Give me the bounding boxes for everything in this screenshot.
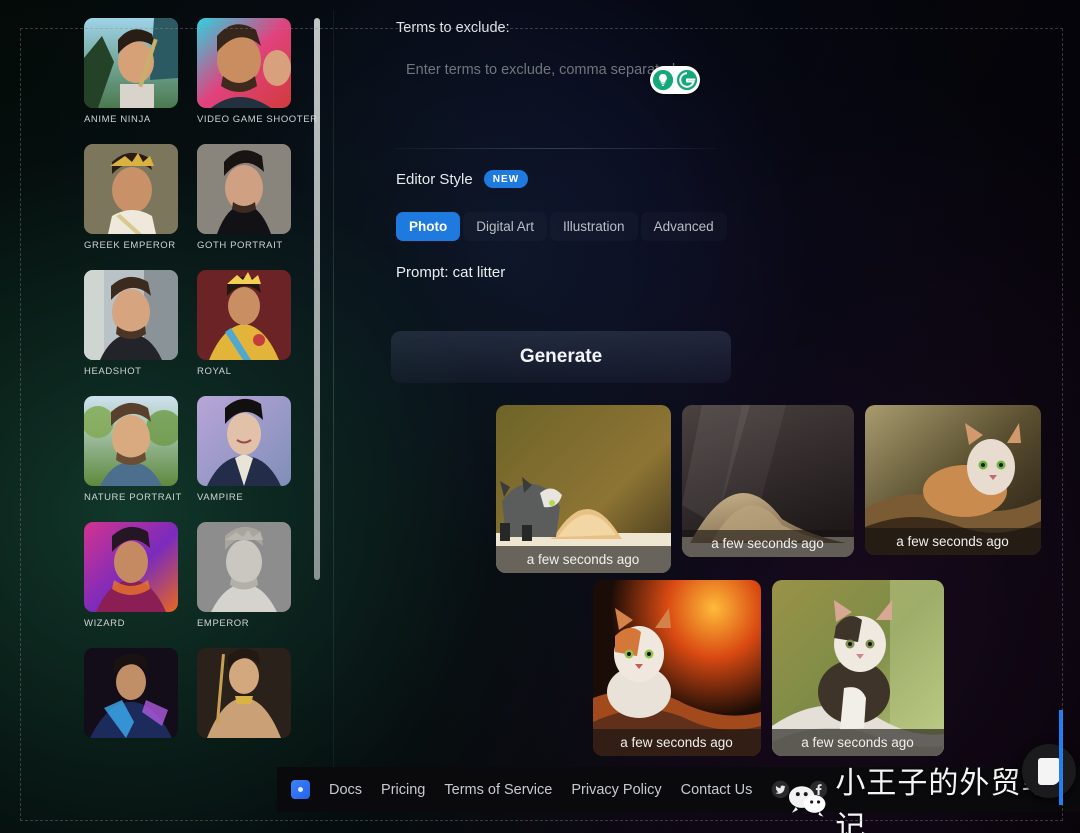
- footer-link-docs[interactable]: Docs: [329, 782, 362, 798]
- template-label: HEADSHOT: [84, 366, 142, 377]
- footer-link-terms-of-service[interactable]: Terms of Service: [444, 782, 552, 798]
- app-root: ANIME NINJA VIDEO GAME SHOOTER GREEK EMP…: [0, 0, 1080, 833]
- nature-portrait-thumbnail: [84, 396, 178, 486]
- template-sidebar: ANIME NINJA VIDEO GAME SHOOTER GREEK EMP…: [22, 0, 355, 767]
- tab-photo[interactable]: Photo: [396, 212, 461, 241]
- template-card-knight[interactable]: [84, 648, 178, 744]
- anime-ninja-thumbnail: [84, 18, 178, 108]
- exclude-terms-input[interactable]: Enter terms to exclude, comma separated: [406, 62, 675, 78]
- emperor-thumbnail: [197, 522, 291, 612]
- prompt-text: Prompt: cat litter: [396, 264, 506, 281]
- template-card-anime-ninja[interactable]: ANIME NINJA: [84, 18, 178, 125]
- template-label: NATURE PORTRAIT: [84, 492, 182, 503]
- royal-thumbnail: [197, 270, 291, 360]
- warrior-thumbnail: [197, 648, 291, 738]
- template-card-warrior[interactable]: [197, 648, 291, 744]
- editor-style-title: Editor Style: [396, 170, 473, 188]
- video-game-shooter-thumbnail: [197, 18, 291, 108]
- result-image-1[interactable]: a few seconds ago: [495, 405, 671, 573]
- logo-dot: [298, 787, 303, 792]
- wizard-thumbnail: [84, 522, 178, 612]
- template-card-wizard[interactable]: WIZARD: [84, 522, 178, 629]
- generation-form: Terms to exclude: Enter terms to exclude…: [396, 20, 736, 120]
- vampire-thumbnail: [197, 396, 291, 486]
- result-image-3[interactable]: a few seconds ago: [864, 405, 1041, 555]
- wechat-icon: [788, 786, 826, 817]
- result-image-4[interactable]: a few seconds ago: [592, 580, 761, 756]
- tab-advanced[interactable]: Advanced: [641, 212, 727, 241]
- result-image-2[interactable]: a few seconds ago: [681, 405, 854, 557]
- exclude-terms-field-wrap[interactable]: Enter terms to exclude, comma separated: [396, 54, 736, 120]
- template-card-goth-portrait[interactable]: GOTH PORTRAIT: [197, 144, 291, 251]
- template-label: EMPEROR: [197, 618, 250, 629]
- chat-support-button[interactable]: [1022, 744, 1076, 798]
- template-label: GREEK EMPEROR: [84, 240, 176, 251]
- main-content: Terms to exclude: Enter terms to exclude…: [356, 0, 1080, 767]
- footer-link-contact-us[interactable]: Contact Us: [681, 782, 753, 798]
- template-card-video-game-shooter[interactable]: VIDEO GAME SHOOTER: [197, 18, 318, 125]
- results-row-1: a few seconds ago a few seconds ago a fe…: [356, 405, 1080, 573]
- generate-button[interactable]: Generate: [391, 331, 731, 383]
- brand-logo[interactable]: [291, 780, 310, 799]
- results-row-2: a few seconds ago a few seconds ago: [356, 580, 1080, 756]
- panel-divider: [333, 10, 334, 770]
- template-card-emperor[interactable]: EMPEROR: [197, 522, 291, 629]
- template-card-greek-emperor[interactable]: GREEK EMPEROR: [84, 144, 178, 251]
- template-label: ANIME NINJA: [84, 114, 151, 125]
- grammarly-g-icon[interactable]: [676, 69, 698, 91]
- result-caption: a few seconds ago: [681, 530, 854, 557]
- grammarly-assistant-pill[interactable]: [650, 66, 700, 94]
- template-card-nature-portrait[interactable]: NATURE PORTRAIT: [84, 396, 182, 503]
- greek-emperor-thumbnail: [84, 144, 178, 234]
- goth-portrait-thumbnail: [197, 144, 291, 234]
- exclude-terms-label: Terms to exclude:: [396, 20, 510, 36]
- new-badge: NEW: [483, 170, 529, 188]
- page-scrollbar[interactable]: [1059, 710, 1063, 805]
- template-card-vampire[interactable]: VAMPIRE: [197, 396, 291, 503]
- style-tabs: Photo Digital Art Illustration Advanced: [396, 212, 727, 241]
- result-caption: a few seconds ago: [864, 528, 1041, 555]
- template-label: WIZARD: [84, 618, 126, 629]
- tab-digital-art[interactable]: Digital Art: [463, 212, 547, 241]
- result-caption: a few seconds ago: [495, 546, 671, 573]
- template-card-royal[interactable]: ROYAL: [197, 270, 291, 377]
- template-label: GOTH PORTRAIT: [197, 240, 283, 251]
- results-grid: a few seconds ago a few seconds ago a fe…: [356, 405, 1080, 756]
- headshot-thumbnail: [84, 270, 178, 360]
- template-list-scrollbar[interactable]: [314, 18, 320, 580]
- knight-thumbnail: [84, 648, 178, 738]
- template-card-headshot[interactable]: HEADSHOT: [84, 270, 178, 377]
- footer-link-pricing[interactable]: Pricing: [381, 782, 425, 798]
- template-grid: ANIME NINJA VIDEO GAME SHOOTER GREEK EMP…: [84, 18, 318, 744]
- form-divider: [396, 148, 716, 149]
- template-label: ROYAL: [197, 366, 232, 377]
- result-image-5[interactable]: a few seconds ago: [771, 580, 944, 756]
- tab-illustration[interactable]: Illustration: [550, 212, 638, 241]
- result-caption: a few seconds ago: [592, 729, 761, 756]
- editor-style-header: Editor Style NEW: [396, 170, 529, 188]
- chat-bubble-icon: [1038, 757, 1060, 785]
- result-caption: a few seconds ago: [771, 729, 944, 756]
- lightbulb-icon[interactable]: [652, 69, 674, 91]
- template-label: VAMPIRE: [197, 492, 244, 503]
- template-label: VIDEO GAME SHOOTER: [197, 114, 318, 125]
- footer-link-privacy-policy[interactable]: Privacy Policy: [571, 782, 661, 798]
